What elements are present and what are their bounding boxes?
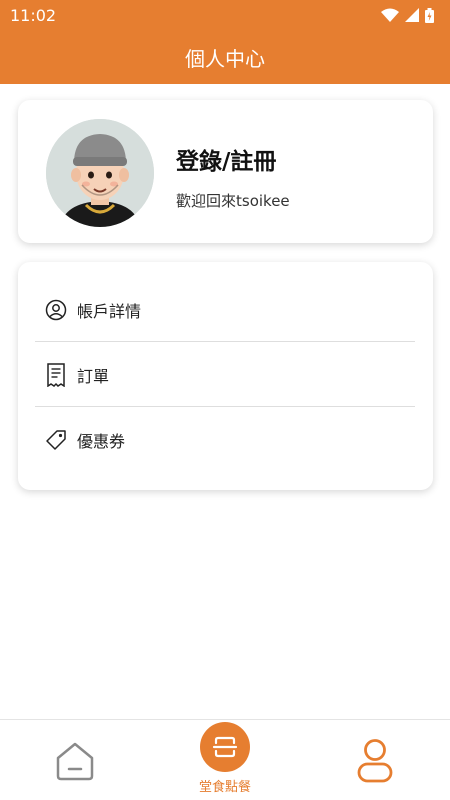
menu-item-label: 訂單 <box>77 366 110 386</box>
menu-card: 帳戶詳情 訂單 優惠券 <box>18 262 433 490</box>
scan-icon <box>212 736 238 758</box>
bottom-nav: 堂食點餐 <box>0 719 450 800</box>
login-register-button[interactable]: 登錄/註冊 <box>176 142 276 176</box>
menu-item-label: 帳戶詳情 <box>77 301 142 321</box>
signal-icon <box>405 8 419 22</box>
wifi-icon <box>381 8 399 22</box>
profile-icon <box>357 739 393 783</box>
tag-icon <box>45 429 67 451</box>
menu-item-label: 優惠券 <box>77 432 126 451</box>
nav-home-button[interactable] <box>54 740 96 782</box>
profile-card[interactable]: 登錄/註冊 歡迎回來tsoikee <box>18 100 433 243</box>
nav-profile-button[interactable] <box>353 738 397 784</box>
battery-icon <box>425 7 434 23</box>
app-header: 個人中心 <box>0 30 450 84</box>
status-icons <box>381 7 434 23</box>
receipt-icon <box>45 362 67 387</box>
user-circle-icon <box>45 299 67 321</box>
welcome-text: 歡迎回來tsoikee <box>176 192 290 210</box>
dine-in-order-button[interactable] <box>200 722 250 772</box>
avatar-image <box>46 119 154 227</box>
dine-in-order-label[interactable]: 堂食點餐 <box>175 776 275 795</box>
menu-item-orders[interactable]: 訂單 <box>35 343 415 407</box>
menu-item-coupons[interactable]: 優惠券 <box>35 408 415 472</box>
status-time: 11:02 <box>10 5 57 25</box>
home-icon <box>56 742 94 781</box>
status-bar: 11:02 <box>0 0 450 30</box>
page-title: 個人中心 <box>185 46 265 71</box>
avatar[interactable] <box>46 119 154 227</box>
menu-item-account-details[interactable]: 帳戶詳情 <box>35 278 415 342</box>
